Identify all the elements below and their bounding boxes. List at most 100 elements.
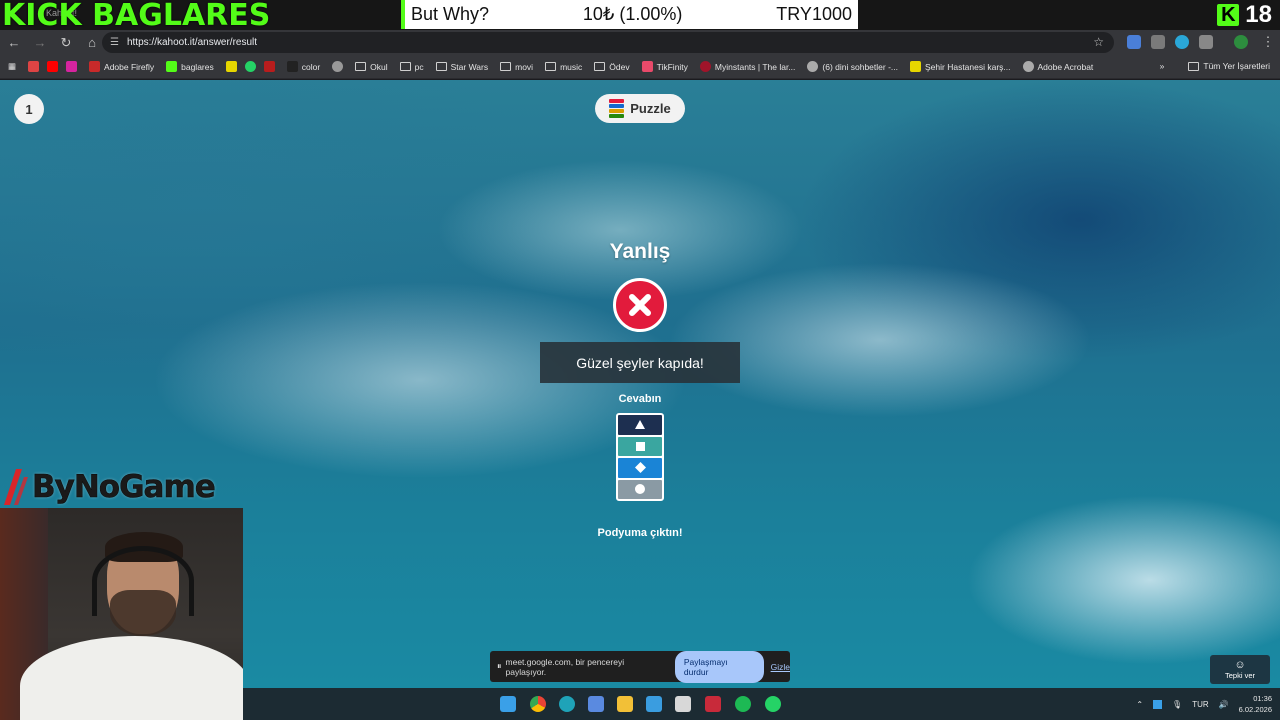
- bookmark-sehir-hastanesi[interactable]: Şehir Hastanesi karş...: [910, 61, 1011, 72]
- bookmark-dini-sohbetler[interactable]: (6) dini sohbetler -...: [807, 61, 898, 72]
- clock-time: 01:36: [1253, 694, 1272, 703]
- podium-text: Podyuma çıktın!: [597, 527, 683, 539]
- bynogame-mark-icon: [4, 469, 28, 505]
- ticker-amount: 10₺ (1.00%): [582, 4, 683, 24]
- url-bar[interactable]: ☰ https://kahoot.it/answer/result ☆: [102, 32, 1114, 53]
- diamond-icon: [634, 462, 646, 474]
- triangle-icon: [635, 420, 645, 430]
- bookmark-folder-okul[interactable]: Okul: [355, 62, 388, 72]
- microphone-icon[interactable]: 🎙: [1172, 700, 1182, 709]
- store-icon[interactable]: [588, 696, 604, 712]
- wrong-x-icon: [613, 278, 667, 332]
- bookmark-folder-music[interactable]: music: [545, 62, 582, 72]
- instagram-icon: [66, 61, 78, 72]
- all-bookmarks-button[interactable]: Tüm Yer İşaretleri: [1203, 61, 1270, 71]
- stop-sharing-button[interactable]: Paylaşmayı durdur: [674, 650, 764, 683]
- whatsapp-taskbar-icon[interactable]: [765, 696, 781, 712]
- bookmark-folder-odev[interactable]: Ödev: [594, 62, 630, 72]
- screen-share-bar: ⏸ meet.google.com, bir pencereyi paylaşı…: [490, 650, 790, 683]
- clock[interactable]: 01:36 6.02.2026: [1239, 693, 1272, 715]
- react-label: Tepki ver: [1224, 671, 1255, 680]
- tray-chevron-icon[interactable]: ⌃: [1136, 700, 1143, 709]
- folder-icon: [399, 62, 411, 71]
- globe-icon: [1022, 61, 1034, 72]
- kick-viewer-count: K 18: [1217, 0, 1272, 30]
- system-tray: ⌃ 🎙 TUR 🔊 01:36 6.02.2026: [1136, 688, 1280, 720]
- bookmark-folder-movi[interactable]: movi: [500, 62, 533, 72]
- snapchat-icon: [910, 61, 921, 72]
- blue-app-icon[interactable]: [646, 696, 662, 712]
- firefly-icon: [89, 61, 101, 72]
- bookmark-gmail[interactable]: [28, 61, 40, 72]
- start-windows-icon[interactable]: [500, 696, 516, 712]
- question-counter: 1: [14, 94, 44, 124]
- bookmark-youtube[interactable]: [47, 61, 59, 72]
- bookmark-baglares[interactable]: baglares: [166, 61, 214, 72]
- bookmark-red[interactable]: [263, 61, 275, 72]
- bookmark-instagram[interactable]: [66, 61, 78, 72]
- ticker-label: But Why?: [411, 4, 490, 24]
- forward-icon[interactable]: →: [28, 31, 52, 55]
- bookmark-folder-pc[interactable]: pc: [399, 62, 424, 72]
- reload-icon[interactable]: ↻: [54, 31, 78, 55]
- tray-app-icon[interactable]: [1153, 699, 1163, 709]
- apps-grid-icon[interactable]: ▦: [8, 61, 16, 72]
- kick-channel-title: KICK BAGLARES: [2, 0, 271, 33]
- gmail-icon: [28, 61, 40, 72]
- chrome-icon[interactable]: [530, 696, 546, 712]
- globe-icon: [807, 61, 819, 72]
- snipping-tool-icon[interactable]: [675, 696, 691, 712]
- bookmark-myinstants[interactable]: Myinstants | The lar...: [699, 61, 795, 72]
- puzzle-extensions-icon[interactable]: [1199, 35, 1213, 49]
- more-bookmarks-icon[interactable]: »: [1160, 61, 1165, 71]
- tikfinity-icon: [641, 61, 653, 72]
- answer-slot-3: [618, 458, 662, 478]
- bookmarks-bar: ▦ Adobe Firefly baglares color Okul pc S…: [0, 55, 1280, 79]
- folder-icon: [355, 62, 367, 71]
- circle-icon: [635, 484, 645, 495]
- site-info-icon[interactable]: ☰: [110, 37, 119, 48]
- download-extension-icon[interactable]: [1175, 35, 1189, 49]
- browser-toolbar: ← → ↻ ⌂ ☰ https://kahoot.it/answer/resul…: [0, 30, 1280, 55]
- globe-icon: [332, 61, 344, 72]
- back-icon[interactable]: ←: [2, 31, 26, 55]
- file-explorer-icon[interactable]: [617, 696, 633, 712]
- bookmark-star-icon[interactable]: ☆: [1093, 35, 1104, 49]
- pause-icon: ⏸: [497, 661, 502, 671]
- folder-icon: [1188, 61, 1200, 71]
- kick-logo-icon: K: [1217, 4, 1240, 26]
- url-text[interactable]: https://kahoot.it/answer/result: [127, 37, 257, 48]
- bookmark-tikfinity[interactable]: TikFinity: [641, 61, 688, 72]
- extension-icon[interactable]: [1151, 35, 1165, 49]
- profile-avatar-icon[interactable]: [1234, 35, 1248, 49]
- translate-extension-icon[interactable]: [1127, 35, 1141, 49]
- bookmark-snapchat[interactable]: [225, 61, 237, 72]
- color-icon: [286, 61, 298, 72]
- bookmark-color[interactable]: color: [286, 61, 320, 72]
- bookmark-folder-star-wars[interactable]: Star Wars: [435, 62, 488, 72]
- volume-icon[interactable]: 🔊: [1219, 700, 1229, 709]
- react-button[interactable]: ☺ Tepki ver: [1210, 655, 1270, 684]
- kick-icon: [166, 61, 178, 72]
- spotify-icon[interactable]: [735, 696, 751, 712]
- menu-icon[interactable]: ⋮: [1256, 30, 1280, 54]
- puzzle-icon: [609, 99, 625, 118]
- hide-button[interactable]: Gizle: [771, 662, 790, 672]
- donation-ticker: But Why? 10₺ (1.00%) TRY1000: [401, 0, 858, 29]
- home-icon[interactable]: ⌂: [80, 31, 104, 55]
- bookmark-adobe-acrobat[interactable]: Adobe Acrobat: [1022, 61, 1093, 72]
- edge-icon[interactable]: [559, 696, 575, 712]
- red-app-icon[interactable]: [705, 696, 721, 712]
- stream-overlay-top: Kahoot! KICK BAGLARES But Why? 10₺ (1.00…: [0, 0, 1280, 33]
- red-bookmark-icon: [263, 61, 275, 72]
- bookmark-whatsapp[interactable]: [244, 61, 256, 72]
- headset-icon: [92, 546, 194, 616]
- bookmark-globe[interactable]: [332, 61, 344, 72]
- square-icon: [635, 441, 645, 451]
- bookmark-adobe-firefly[interactable]: Adobe Firefly: [89, 61, 154, 72]
- answer-order-stack: [616, 413, 664, 501]
- clock-date: 6.02.2026: [1238, 705, 1272, 714]
- language-indicator[interactable]: TUR: [1192, 700, 1208, 709]
- folder-icon: [435, 62, 447, 71]
- folder-icon: [594, 62, 606, 71]
